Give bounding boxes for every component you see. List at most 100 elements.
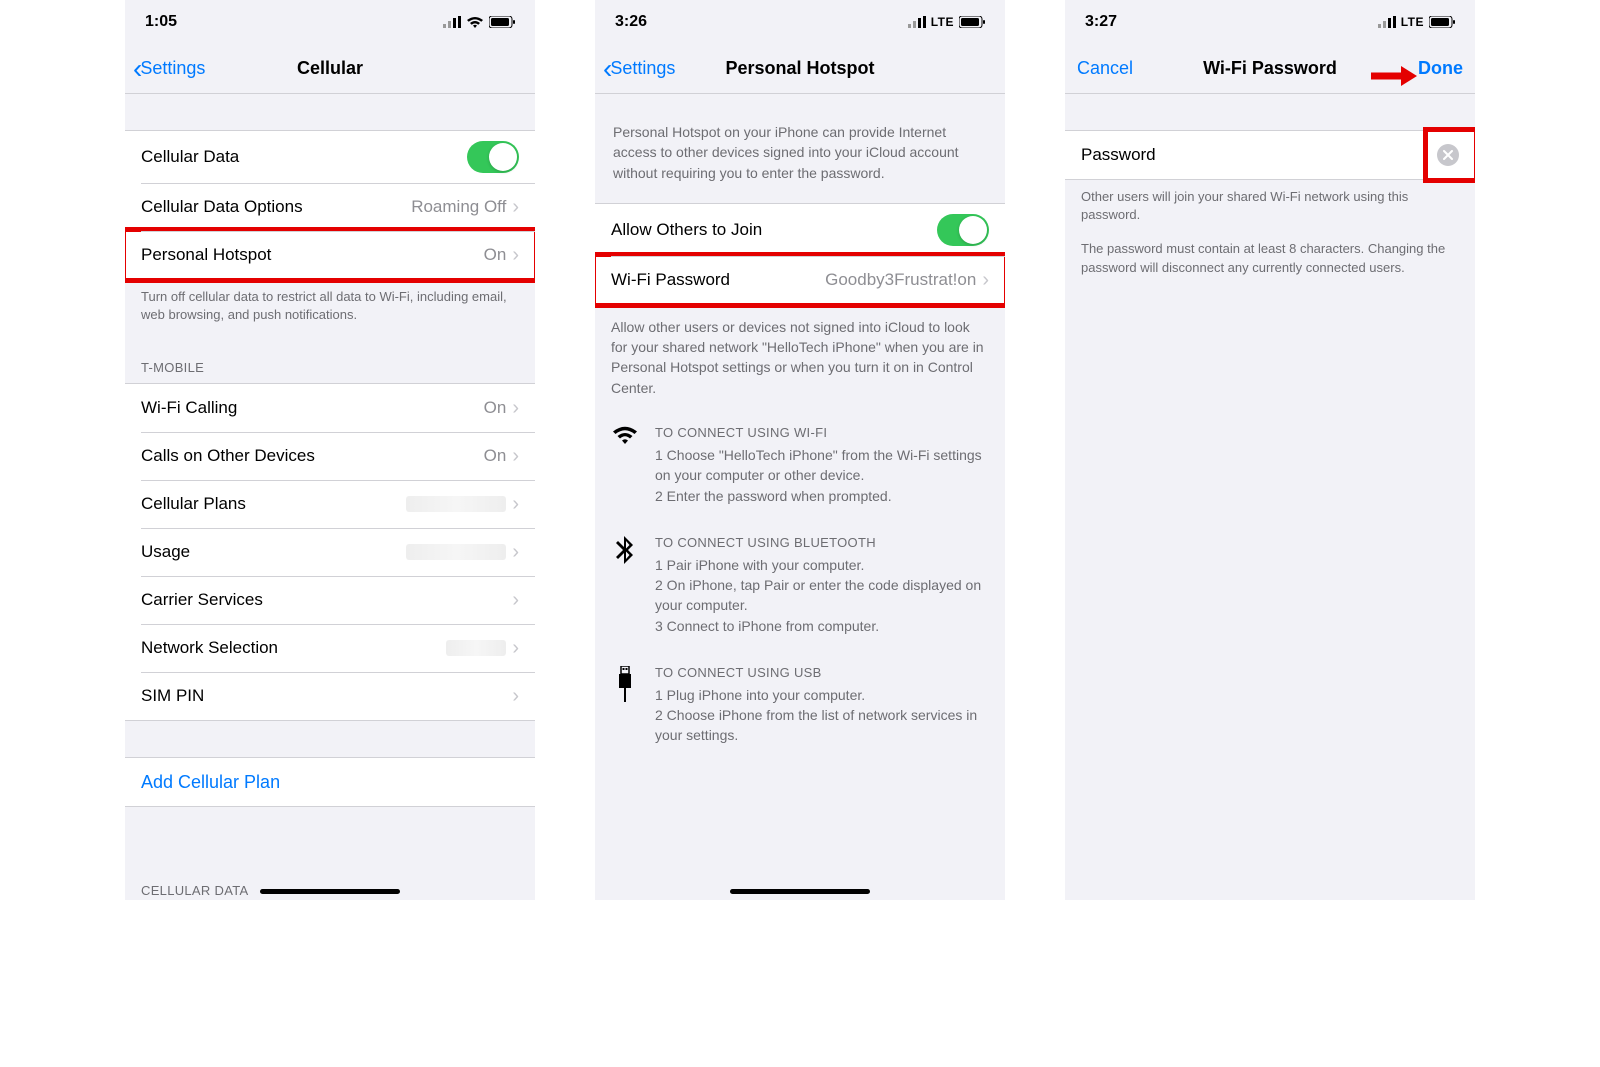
row-allow-others-join[interactable]: Allow Others to Join	[595, 204, 1005, 256]
carrier-header: T-MOBILE	[125, 340, 535, 383]
home-indicator[interactable]	[730, 889, 870, 894]
lte-label: LTE	[931, 15, 954, 29]
status-bar: 3:27 LTE	[1065, 0, 1475, 44]
row-sim-pin[interactable]: SIM PIN ›	[125, 672, 535, 720]
hotspot-intro: Personal Hotspot on your iPhone can prov…	[595, 94, 1005, 203]
row-carrier-services[interactable]: Carrier Services ›	[125, 576, 535, 624]
chevron-right-icon: ›	[512, 245, 519, 265]
battery-icon	[959, 16, 985, 28]
personal-hotspot-label: Personal Hotspot	[141, 245, 271, 265]
battery-icon	[489, 16, 515, 28]
lte-label: LTE	[1401, 15, 1424, 29]
back-label: Settings	[140, 58, 205, 79]
usage-label: Usage	[141, 542, 190, 562]
password-label: Password	[1081, 145, 1156, 165]
connect-usb-section: TO CONNECT USING USB 1 Plug iPhone into …	[595, 650, 1005, 760]
wifi-password-label: Wi-Fi Password	[611, 270, 730, 290]
chevron-right-icon: ›	[512, 197, 519, 217]
usb-icon	[611, 664, 639, 746]
connect-bt-step3: 3 Connect to iPhone from computer.	[655, 616, 989, 636]
wifi-calling-label: Wi-Fi Calling	[141, 398, 237, 418]
nav-bar: ‹ Settings Personal Hotspot	[595, 44, 1005, 94]
back-button[interactable]: ‹ Settings	[133, 55, 205, 83]
calls-other-value: On	[484, 446, 507, 466]
cellular-options-value: Roaming Off	[411, 197, 506, 217]
status-icons	[443, 16, 515, 29]
row-cellular-data[interactable]: Cellular Data	[125, 131, 535, 183]
network-selection-label: Network Selection	[141, 638, 278, 658]
cellular-options-label: Cellular Data Options	[141, 197, 303, 217]
chevron-right-icon: ›	[512, 494, 519, 514]
connect-wifi-title: TO CONNECT USING WI-FI	[655, 424, 989, 443]
status-bar: 3:26 LTE	[595, 0, 1005, 44]
row-network-selection[interactable]: Network Selection ›	[125, 624, 535, 672]
page-title: Cellular	[297, 58, 363, 79]
password-footer1: Other users will join your shared Wi-Fi …	[1065, 180, 1475, 240]
bluetooth-icon	[611, 534, 639, 636]
screen-wifi-password: 3:27 LTE Cancel Wi-Fi Password Done Pass…	[1065, 0, 1475, 900]
row-usage[interactable]: Usage ›	[125, 528, 535, 576]
connect-bt-title: TO CONNECT USING BLUETOOTH	[655, 534, 989, 553]
status-icons: LTE	[908, 15, 985, 29]
connect-usb-step1: 1 Plug iPhone into your computer.	[655, 685, 989, 705]
page-title: Personal Hotspot	[725, 58, 874, 79]
sim-pin-label: SIM PIN	[141, 686, 204, 706]
screen-cellular: 1:05 ‹ Settings Cellular Cellular Data C…	[125, 0, 535, 900]
connect-bt-step2: 2 On iPhone, tap Pair or enter the code …	[655, 575, 989, 616]
chevron-right-icon: ›	[512, 638, 519, 658]
cellular-data-section-header: CELLULAR DATA	[125, 863, 535, 900]
status-time: 3:27	[1085, 13, 1117, 31]
page-title: Wi-Fi Password	[1203, 58, 1337, 79]
add-cellular-plan-label: Add Cellular Plan	[141, 772, 280, 793]
home-indicator[interactable]	[260, 889, 400, 894]
row-wifi-password[interactable]: Wi-Fi Password Goodby3Frustrat!on ›	[595, 256, 1005, 304]
row-add-cellular-plan[interactable]: Add Cellular Plan	[125, 758, 535, 806]
cellular-data-label: Cellular Data	[141, 147, 239, 167]
clear-text-button[interactable]	[1437, 144, 1459, 166]
status-bar: 1:05	[125, 0, 535, 44]
personal-hotspot-value: On	[484, 245, 507, 265]
back-button[interactable]: ‹ Settings	[603, 55, 675, 83]
cellular-plans-label: Cellular Plans	[141, 494, 246, 514]
chevron-right-icon: ›	[512, 446, 519, 466]
row-password-input[interactable]: Password	[1065, 131, 1475, 179]
chevron-right-icon: ›	[512, 398, 519, 418]
chevron-right-icon: ›	[982, 270, 989, 290]
signal-icon	[443, 16, 461, 28]
carrier-services-label: Carrier Services	[141, 590, 263, 610]
signal-icon	[908, 16, 926, 28]
password-footer2: The password must contain at least 8 cha…	[1065, 240, 1475, 292]
blurred-value	[406, 544, 506, 560]
row-wifi-calling[interactable]: Wi-Fi Calling On ›	[125, 384, 535, 432]
connect-usb-title: TO CONNECT USING USB	[655, 664, 989, 683]
row-cellular-plans[interactable]: Cellular Plans ›	[125, 480, 535, 528]
row-cellular-data-options[interactable]: Cellular Data Options Roaming Off ›	[125, 183, 535, 231]
connect-wifi-step1: 1 Choose "HelloTech iPhone" from the Wi-…	[655, 445, 989, 486]
connect-bt-step1: 1 Pair iPhone with your computer.	[655, 555, 989, 575]
cancel-button[interactable]: Cancel	[1077, 58, 1133, 79]
status-icons: LTE	[1378, 15, 1455, 29]
nav-bar: Cancel Wi-Fi Password Done	[1065, 44, 1475, 94]
screen-personal-hotspot: 3:26 LTE ‹ Settings Personal Hotspot Per…	[595, 0, 1005, 900]
calls-other-label: Calls on Other Devices	[141, 446, 315, 466]
cellular-footer: Turn off cellular data to restrict all d…	[125, 280, 535, 340]
status-time: 1:05	[145, 13, 177, 31]
nav-bar: ‹ Settings Cellular	[125, 44, 535, 94]
wifi-icon	[466, 16, 484, 29]
signal-icon	[1378, 16, 1396, 28]
wifi-password-value: Goodby3Frustrat!on	[825, 270, 976, 290]
connect-wifi-step2: 2 Enter the password when prompted.	[655, 486, 989, 506]
cellular-data-toggle[interactable]	[467, 141, 519, 173]
allow-join-label: Allow Others to Join	[611, 220, 762, 240]
row-personal-hotspot[interactable]: Personal Hotspot On ›	[125, 231, 535, 279]
chevron-right-icon: ›	[512, 542, 519, 562]
battery-icon	[1429, 16, 1455, 28]
done-button[interactable]: Done	[1418, 58, 1463, 79]
close-icon	[1443, 150, 1453, 160]
connect-usb-step2: 2 Choose iPhone from the list of network…	[655, 705, 989, 746]
chevron-right-icon: ›	[512, 686, 519, 706]
connect-bluetooth-section: TO CONNECT USING BLUETOOTH 1 Pair iPhone…	[595, 520, 1005, 650]
wifi-calling-value: On	[484, 398, 507, 418]
row-calls-other-devices[interactable]: Calls on Other Devices On ›	[125, 432, 535, 480]
allow-join-toggle[interactable]	[937, 214, 989, 246]
